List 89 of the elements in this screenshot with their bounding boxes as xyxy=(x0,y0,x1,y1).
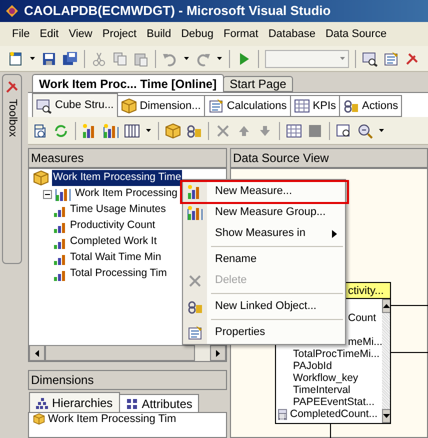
link-icon[interactable] xyxy=(186,122,202,138)
properties-icon xyxy=(208,98,224,114)
down-arrow-icon xyxy=(383,414,390,418)
menu-item[interactable]: New Measure Group... xyxy=(215,204,326,221)
save-icon[interactable] xyxy=(41,50,57,66)
properties-icon xyxy=(187,324,203,340)
table-column: PAPEEventStat... xyxy=(293,396,375,408)
grid-icon[interactable] xyxy=(286,122,302,138)
bar-chart-icon xyxy=(187,204,203,220)
menu-item[interactable]: Rename xyxy=(215,251,257,268)
designer-tab[interactable]: Calculations xyxy=(204,95,291,117)
menu-item[interactable]: Debug xyxy=(177,26,218,42)
tree-item[interactable]: Completed Work It xyxy=(69,234,158,250)
table-column: Workflow_key xyxy=(293,372,358,384)
toolbox-label: Toolbox xyxy=(5,99,20,137)
new-project-icon[interactable] xyxy=(8,50,24,66)
scroll-left-button[interactable] xyxy=(29,345,45,361)
table-column: PAJobId xyxy=(293,360,332,372)
up-arrow-icon xyxy=(383,304,390,308)
tree-item[interactable]: Work Item Processing Time xyxy=(52,170,182,186)
menu-item[interactable]: New Measure... xyxy=(215,183,292,200)
scroll-right-button[interactable] xyxy=(210,345,226,361)
menu-item[interactable]: Properties xyxy=(215,324,266,341)
designer-tab[interactable]: KPIs xyxy=(290,95,340,117)
table-column: CompletedCount... xyxy=(290,408,378,420)
left-arrow-icon xyxy=(35,350,39,356)
calculator-icon xyxy=(277,408,288,420)
link-icon xyxy=(343,98,359,114)
designer-tab[interactable]: Cube Stru... xyxy=(32,93,118,117)
table-column: Count xyxy=(348,312,376,324)
columns-icon[interactable] xyxy=(124,122,140,138)
cube-icon[interactable] xyxy=(165,122,181,138)
link-icon xyxy=(187,298,203,314)
search-icon[interactable] xyxy=(362,50,378,66)
relationship-line xyxy=(330,423,331,438)
zoom-window-icon[interactable] xyxy=(336,122,352,138)
panel-title: Dimensions xyxy=(31,372,94,389)
search-icon xyxy=(36,98,52,114)
save-all-icon[interactable] xyxy=(62,50,78,66)
grid-icon xyxy=(294,98,310,114)
designer-tab[interactable]: Actions xyxy=(339,95,402,117)
scroll-down-button[interactable] xyxy=(382,409,390,423)
tools-icon[interactable] xyxy=(404,50,420,66)
table-column: TotalProcTimeMi... xyxy=(293,348,380,360)
tree-item[interactable]: Work Item Processing xyxy=(74,186,179,202)
dimension-item[interactable]: Work Item Processing Tim xyxy=(48,413,176,425)
tree-item[interactable]: Productivity Count xyxy=(69,218,156,234)
square-icon[interactable] xyxy=(307,122,323,138)
process-icon[interactable] xyxy=(32,122,48,138)
cube-icon xyxy=(33,170,49,186)
scroll-up-button[interactable] xyxy=(382,299,390,313)
document-tab[interactable]: Start Page xyxy=(222,76,294,92)
menu-item[interactable]: Data Source xyxy=(321,26,391,42)
collapse-icon[interactable] xyxy=(43,190,52,198)
menu-item[interactable]: Database xyxy=(264,26,320,42)
hierarchy-icon xyxy=(36,396,48,408)
tools-icon xyxy=(4,79,20,95)
table-column: TimeInterval xyxy=(293,384,350,396)
menu-item[interactable]: Project xyxy=(98,26,141,42)
menu-item[interactable]: Show Measures in xyxy=(215,225,306,242)
menu-item[interactable]: File xyxy=(8,26,34,42)
tree-item[interactable]: Time Usage Minutes xyxy=(69,202,167,218)
refresh-icon[interactable] xyxy=(53,122,69,138)
panel-title: Measures xyxy=(31,150,84,167)
properties-icon[interactable] xyxy=(382,50,399,66)
tree-item[interactable]: Total Wait Time Min xyxy=(69,250,162,266)
right-arrow-icon xyxy=(216,350,220,356)
cube-icon xyxy=(120,98,137,114)
grid-icon xyxy=(126,398,138,410)
menu-item[interactable]: View xyxy=(64,26,96,42)
zoom-icon[interactable] xyxy=(357,122,373,138)
window-title: CAOLAPDB(ECMWDGT) - Microsoft Visual Studio xyxy=(24,2,331,20)
panel-tab[interactable]: Hierarchies xyxy=(29,392,120,412)
menu-item[interactable]: Edit xyxy=(36,26,63,42)
bar-chart-icon xyxy=(55,186,71,202)
vs-logo-icon xyxy=(4,3,20,19)
delete-icon xyxy=(187,272,203,288)
panel-title: Data Source View xyxy=(233,150,329,167)
menu-item[interactable]: Build xyxy=(142,26,176,42)
designer-tab[interactable]: Dimension... xyxy=(116,95,205,117)
bar-chart-icon[interactable] xyxy=(103,122,119,138)
scroll-thumb[interactable] xyxy=(45,345,195,361)
panel-tab[interactable]: Attributes xyxy=(118,394,200,412)
document-tab[interactable]: Work Item Proc... Time [Online] xyxy=(32,74,224,92)
toolbox-tab[interactable]: Toolbox xyxy=(2,74,22,264)
tree-item[interactable]: Total Processing Tim xyxy=(69,266,168,282)
table-column: meMi... xyxy=(348,336,382,348)
menu-item[interactable]: Format xyxy=(220,26,262,42)
cube-icon xyxy=(33,413,45,425)
